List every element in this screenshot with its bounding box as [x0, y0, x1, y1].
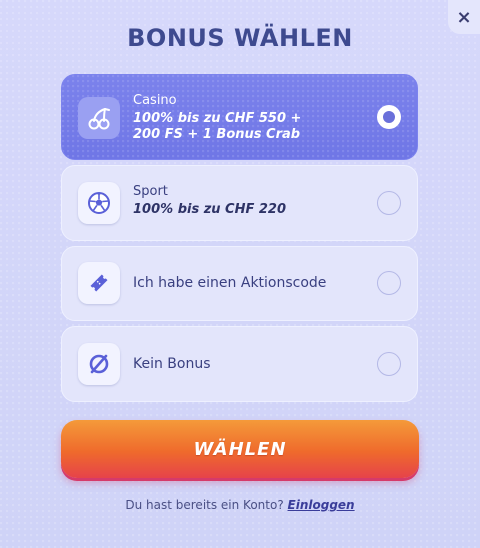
option-no-bonus-text: Kein Bonus	[133, 356, 367, 372]
bonus-options-list: Casino 100% bis zu CHF 550 + 200 FS + 1 …	[61, 74, 418, 407]
radio-promo-code[interactable]	[377, 271, 401, 295]
option-promo-code[interactable]: Ich habe einen Aktionscode	[61, 246, 418, 321]
option-promo-text: Ich habe einen Aktionscode	[133, 275, 367, 291]
login-link[interactable]: Einloggen	[288, 498, 355, 512]
option-label: Sport	[133, 184, 168, 199]
option-no-bonus[interactable]: Kein Bonus	[61, 326, 418, 402]
login-prompt-text: Du hast bereits ein Konto?	[125, 498, 284, 512]
option-casino-text: Casino 100% bis zu CHF 550 + 200 FS + 1 …	[133, 93, 367, 143]
option-label: Ich habe einen Aktionscode	[133, 275, 327, 291]
option-sport[interactable]: Sport 100% bis zu CHF 220	[61, 165, 418, 241]
modal-title: BONUS WÄHLEN	[127, 24, 353, 52]
option-casino[interactable]: Casino 100% bis zu CHF 550 + 200 FS + 1 …	[61, 74, 418, 160]
bonus-modal: × BONUS WÄHLEN Casino 100% bis zu CHF 55…	[0, 0, 480, 548]
radio-no-bonus[interactable]	[377, 352, 401, 376]
radio-sport[interactable]	[377, 191, 401, 215]
login-prompt: Du hast bereits ein Konto? Einloggen	[0, 498, 480, 512]
ticket-icon	[78, 262, 120, 304]
soccer-ball-icon	[78, 182, 120, 224]
option-description: 100% bis zu CHF 220	[133, 202, 287, 217]
option-sport-text: Sport 100% bis zu CHF 220	[133, 184, 367, 218]
no-symbol-icon	[78, 343, 120, 385]
radio-casino[interactable]	[377, 105, 401, 129]
option-label: Kein Bonus	[133, 356, 211, 372]
cherries-icon	[78, 97, 120, 139]
option-description: 100% bis zu CHF 550 + 200 FS + 1 Bonus C…	[133, 111, 302, 142]
choose-button[interactable]: WÄHLEN	[61, 420, 419, 478]
option-label: Casino	[133, 93, 177, 108]
